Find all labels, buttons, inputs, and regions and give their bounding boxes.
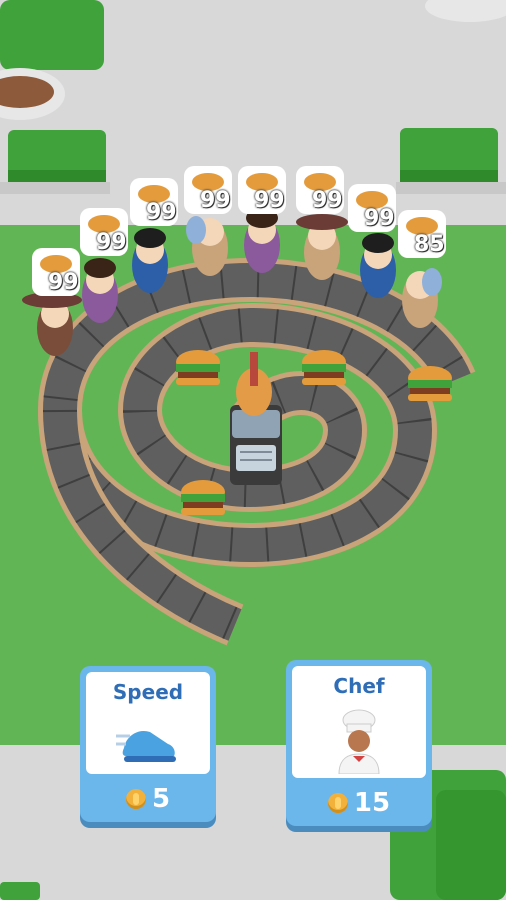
burger-item	[408, 366, 452, 401]
order-count: 99	[200, 188, 231, 213]
burger-item	[176, 350, 220, 385]
customer	[360, 233, 396, 298]
hedge-bottom-left	[0, 882, 40, 900]
speed-upgrade-title: Speed	[112, 680, 184, 704]
speed-card-panel: Speed	[86, 672, 210, 774]
chef-cost: 15	[286, 788, 432, 818]
sneaker-icon	[116, 714, 180, 768]
chef-cost-value: 15	[353, 788, 391, 818]
order-count: 99	[312, 188, 343, 213]
coin-icon	[125, 789, 146, 809]
order-count: 99	[146, 200, 177, 225]
chef-upgrade-title: Chef	[333, 674, 385, 698]
speed-upgrade-button[interactable]: Speed 5	[80, 666, 216, 822]
customer	[244, 208, 280, 273]
burger-item	[302, 350, 346, 385]
hedge-row-right	[396, 128, 506, 194]
order-count: 85	[414, 232, 445, 257]
customer	[132, 228, 168, 293]
chef-upgrade-button[interactable]: Chef 15	[286, 660, 432, 826]
speed-cost: 5	[80, 784, 216, 814]
order-count: 99	[254, 188, 285, 213]
customer	[82, 258, 118, 323]
speed-cost-value: 5	[151, 784, 171, 814]
order-count: 99	[96, 230, 127, 255]
burger-item	[181, 480, 225, 515]
order-count: 99	[364, 206, 395, 231]
chef-card-panel: Chef	[292, 666, 426, 778]
order-count: 99	[48, 270, 79, 295]
coin-icon	[327, 793, 348, 813]
chef-icon	[329, 708, 389, 778]
hedge-row-left	[0, 130, 110, 194]
